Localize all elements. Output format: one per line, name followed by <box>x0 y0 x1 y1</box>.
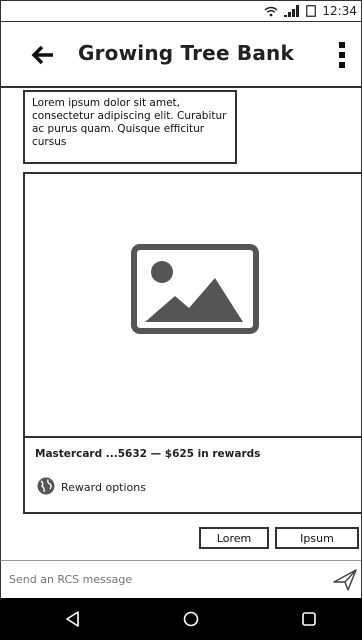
status-time: 12:34 <box>322 4 357 18</box>
image-placeholder-icon <box>131 244 259 334</box>
message-composer <box>0 560 362 598</box>
page-title: Growing Tree Bank <box>78 41 294 65</box>
home-circle-icon[interactable] <box>182 610 200 628</box>
status-bar: 12:34 <box>0 0 362 22</box>
suggestion-chip-ipsum[interactable]: Ipsum <box>275 527 359 549</box>
back-triangle-icon[interactable] <box>64 610 82 628</box>
card-headline: Mastercard ...5632 — $625 in rewards <box>35 448 261 460</box>
send-icon[interactable] <box>333 569 357 591</box>
app-bar: Growing Tree Bank <box>0 22 362 88</box>
system-nav-bar <box>0 598 362 640</box>
rich-card[interactable]: Mastercard ...5632 — $625 in rewards Rew… <box>23 172 362 514</box>
card-media <box>25 174 362 438</box>
wifi-icon <box>264 6 278 17</box>
conversation-area[interactable]: Lorem ipsum dolor sit amet, consectetur … <box>0 88 362 560</box>
back-arrow-icon[interactable] <box>31 44 55 66</box>
suggestion-chip-lorem[interactable]: Lorem <box>199 527 269 549</box>
card-info: Mastercard ...5632 — $625 in rewards Rew… <box>25 440 362 512</box>
globe-icon <box>37 477 55 498</box>
battery-icon <box>306 5 317 17</box>
message-bubble: Lorem ipsum dolor sit amet, consectetur … <box>23 90 237 164</box>
message-input[interactable] <box>9 570 309 588</box>
reward-options-label: Reward options <box>61 481 146 494</box>
recents-square-icon[interactable] <box>300 610 318 628</box>
signal-icon <box>284 5 300 17</box>
overflow-menu-icon[interactable] <box>337 41 347 69</box>
reward-options-action[interactable]: Reward options <box>37 477 146 498</box>
